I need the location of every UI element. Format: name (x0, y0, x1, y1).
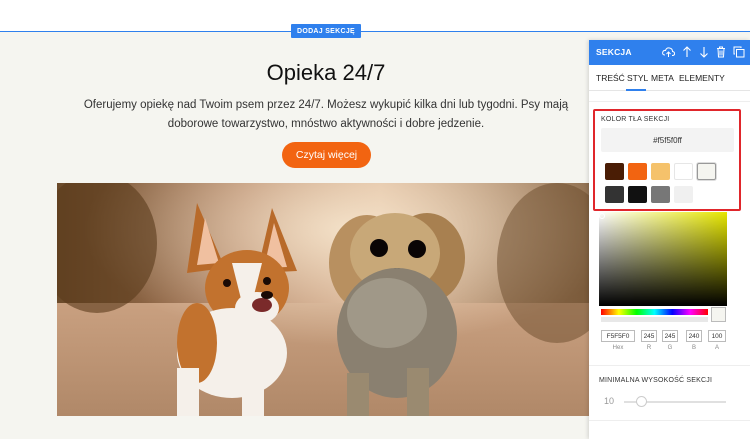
color-preview (711, 307, 726, 322)
cloud-upload-icon[interactable] (661, 45, 675, 59)
panel-divider-3 (589, 420, 750, 421)
swatch-black[interactable] (628, 186, 647, 203)
tab-tresc[interactable]: TREŚĆ (596, 73, 625, 83)
arrow-down-icon[interactable] (697, 45, 711, 59)
add-section-divider (0, 31, 750, 32)
hex-label: Hex (612, 345, 624, 351)
panel-header: SEKCJA (589, 40, 750, 65)
dogs-photo[interactable] (57, 183, 595, 416)
swatch-orange[interactable] (628, 163, 647, 180)
add-section-button[interactable]: DODAJ SEKCJĘ (291, 24, 361, 38)
top-bar (0, 0, 750, 32)
copy-icon[interactable] (732, 45, 746, 59)
swatch-dark-gray[interactable] (605, 186, 624, 203)
saturation-picker[interactable] (599, 212, 727, 306)
hex-input[interactable]: F5F5F0 (601, 330, 635, 342)
min-height-value[interactable]: 10 (604, 396, 614, 406)
swatch-light-gray[interactable] (674, 186, 693, 203)
swatch-white[interactable] (674, 163, 693, 180)
active-tab-indicator (626, 89, 646, 91)
hue-slider[interactable] (601, 309, 708, 315)
swatch-light-orange[interactable] (651, 163, 670, 180)
trash-icon[interactable] (714, 45, 728, 59)
background-color-label: KOLOR TŁA SEKCJI (601, 116, 670, 123)
swatch-gray[interactable] (651, 186, 670, 203)
panel-title: SEKCJA (596, 47, 632, 57)
alpha-input[interactable]: 100 (708, 330, 726, 342)
alpha-label: A (714, 345, 719, 351)
min-height-slider-thumb[interactable] (636, 396, 647, 407)
green-label: G (667, 345, 673, 351)
panel-divider-2 (589, 365, 750, 366)
green-input[interactable]: 245 (662, 330, 678, 342)
page: DODAJ SEKCJĘ Opieka 24/7 Oferujemy opiek… (0, 0, 750, 439)
blue-label: B (691, 345, 696, 351)
read-more-button[interactable]: Czytaj więcej (282, 142, 371, 168)
tab-elementy[interactable]: ELEMENTY (679, 73, 725, 83)
blue-input[interactable]: 240 (686, 330, 702, 342)
red-input[interactable]: 245 (641, 330, 657, 342)
tab-meta[interactable]: META (651, 73, 674, 83)
swatch-dark-brown[interactable] (605, 163, 624, 180)
tab-styl[interactable]: STYL (627, 73, 648, 83)
panel-divider (589, 101, 750, 102)
red-label: R (646, 345, 652, 351)
section-title[interactable]: Opieka 24/7 (150, 60, 502, 86)
swatch-off-white-selected[interactable] (697, 163, 716, 180)
arrow-up-icon[interactable] (680, 45, 694, 59)
alpha-slider[interactable] (601, 317, 708, 322)
background-color-card: KOLOR TŁA SEKCJI #f5f5f0ff (593, 109, 741, 211)
section-description[interactable]: Oferujemy opiekę nad Twoim psem przez 24… (80, 96, 572, 134)
panel-tabs: TREŚĆ STYL META ELEMENTY (589, 65, 750, 91)
min-height-label: MINIMALNA WYSOKOŚĆ SEKCJI (599, 377, 713, 384)
background-color-hex-field[interactable]: #f5f5f0ff (601, 128, 734, 152)
